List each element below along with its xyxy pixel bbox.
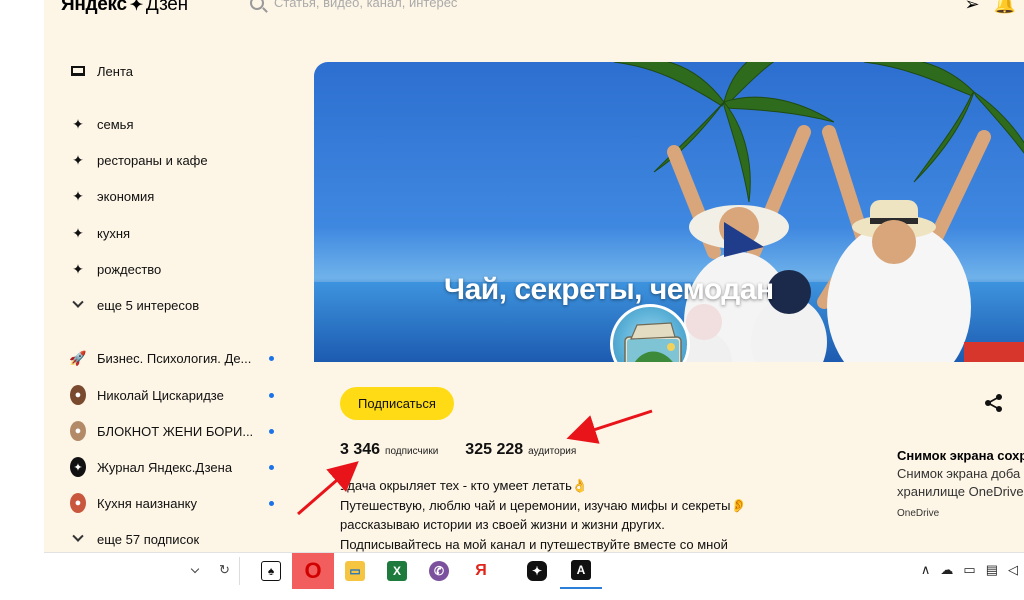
sidebar-item-label: еще 57 подписок — [97, 531, 200, 547]
monitor-icon — [71, 66, 85, 76]
chevron-down-icon[interactable] — [190, 564, 200, 574]
viber-app-icon[interactable]: ✆ — [418, 553, 460, 589]
description-line: Подписывайтесь на мой канал и путешеству… — [340, 536, 728, 552]
windows-taskbar: ↻ ♠ O ▭ X ✆ Я ✦ A ∧ ☁ ▭ ▤ ◁ — [44, 552, 1024, 589]
sidebar-item-label: Бизнес. Психология. Де... — [97, 350, 252, 366]
yandex-zen-logo[interactable]: Яндекс ✦ Дзен — [61, 0, 188, 16]
send-icon[interactable]: ➢ — [964, 0, 979, 15]
sidebar-item-interest[interactable]: ✦ рестораны и кафе — [70, 149, 280, 171]
system-tray: ∧ ☁ ▭ ▤ ◁ — [921, 562, 1018, 578]
channel-banner: Чай, секреты, чемодан — [314, 62, 1024, 362]
battery-icon[interactable]: ▭ — [963, 562, 975, 578]
notification-text: хранилище OneDrive — [897, 484, 1024, 499]
description-line: Удача окрыляет тех - кто умеет летать👌 — [340, 478, 589, 493]
subscribers-count: 3 346 — [340, 441, 381, 458]
solitaire-app-icon[interactable]: ♠ — [250, 553, 292, 589]
file-explorer-icon[interactable]: ▭ — [334, 553, 376, 589]
sidebar-item-label: рождество — [97, 261, 162, 277]
channel-title: Чай, секреты, чемодан — [444, 273, 774, 306]
share-icon[interactable] — [984, 393, 1004, 413]
sidebar-item-interest[interactable]: ✦ экономия — [70, 185, 280, 207]
description-line: Путешествую, люблю чай и церемонии, изуч… — [340, 497, 747, 513]
channel-description: Удача окрыляет тех - кто умеет летать👌 П… — [340, 476, 780, 552]
subscribers-label: подписчики — [385, 446, 439, 457]
network-icon[interactable]: ▤ — [986, 562, 998, 578]
opera-app-icon[interactable]: O — [292, 553, 334, 589]
audience-count: 325 228 — [465, 441, 524, 458]
notification-title: Снимок экрана сохр — [897, 448, 1024, 463]
search-input[interactable] — [274, 0, 534, 10]
refresh-icon[interactable]: ↻ — [219, 562, 230, 578]
sparkle-icon: ✦ — [72, 260, 84, 277]
sidebar-item-label: экономия — [97, 188, 155, 204]
zen-page: Яндекс ✦ Дзен ➢ 🔔 Лента ✦ семья ✦ рестор… — [44, 0, 1024, 552]
sidebar-item-subscription[interactable]: ● Николай Цискаридзе — [70, 384, 280, 406]
sidebar-item-interest[interactable]: ✦ семья — [70, 113, 280, 135]
excel-app-icon[interactable]: X — [376, 553, 418, 589]
sidebar-item-label: еще 5 интересов — [97, 297, 200, 313]
suitcase-icon — [624, 322, 682, 362]
notification-text: Снимок экрана доба — [897, 466, 1021, 481]
notification-source: OneDrive — [897, 508, 940, 519]
avatar: ● — [70, 421, 86, 441]
description-line: рассказываю истории из своей жизни и жиз… — [340, 517, 665, 532]
screenshot-notification[interactable]: Снимок экрана сохр Снимок экрана доба хр… — [897, 447, 1024, 523]
volume-icon[interactable]: ◁ — [1008, 562, 1018, 578]
unread-dot — [269, 464, 274, 470]
search-bar — [250, 0, 534, 10]
zen-app-icon[interactable]: ✦ — [516, 553, 558, 589]
avatar: ● — [70, 385, 86, 405]
yandex-browser-icon[interactable]: Я — [460, 553, 502, 589]
sidebar-item-label: Лента — [97, 63, 133, 79]
unread-dot — [269, 355, 274, 361]
chevron-down-icon — [72, 530, 84, 542]
text-app-icon[interactable]: A — [560, 553, 602, 589]
search-icon[interactable] — [250, 0, 264, 10]
sidebar-item-label: Николай Цискаридзе — [97, 387, 224, 403]
sidebar-item-label: Кухня наизнанку — [97, 495, 197, 511]
audience-label: аудитория — [528, 446, 577, 457]
more-interests-toggle[interactable]: еще 5 интересов — [70, 294, 280, 316]
sidebar-item-label: БЛОКНОТ ЖЕНИ БОРИ... — [97, 423, 254, 439]
sidebar-item-label: рестораны и кафе — [97, 152, 208, 168]
bell-icon[interactable]: 🔔 — [994, 0, 1016, 15]
zen-star-icon: ✦ — [129, 0, 143, 14]
sidebar-item-interest[interactable]: ✦ рождество — [70, 258, 280, 280]
avatar: ● — [70, 493, 86, 513]
rocket-icon: 🚀 — [69, 349, 87, 366]
sparkle-icon: ✦ — [72, 115, 84, 132]
zen-star-icon: ✦ — [70, 457, 86, 477]
chevron-up-icon[interactable]: ∧ — [921, 562, 931, 578]
sparkle-icon: ✦ — [72, 187, 84, 204]
logo-text: Яндекс — [61, 0, 127, 15]
sidebar-item-subscription[interactable]: 🚀 Бизнес. Психология. Де... — [69, 347, 280, 369]
sparkle-icon: ✦ — [72, 224, 84, 241]
unread-dot — [269, 392, 274, 398]
channel-stats: 3 346 подписчики 325 228 аудитория — [340, 441, 576, 459]
taskbar-address-box[interactable]: ↻ — [44, 557, 240, 585]
sidebar-item-subscription[interactable]: ● Кухня наизнанку — [70, 492, 280, 514]
cloud-icon[interactable]: ☁ — [940, 562, 953, 578]
chevron-down-icon — [72, 296, 84, 308]
sparkle-icon: ✦ — [72, 151, 84, 168]
sidebar-item-label: кухня — [97, 225, 131, 241]
more-subscriptions-toggle[interactable]: еще 57 подписок — [70, 528, 280, 550]
sidebar-item-subscription[interactable]: ● БЛОКНОТ ЖЕНИ БОРИ... — [70, 420, 280, 442]
header-icons: ➢ 🔔 — [964, 0, 1016, 15]
unread-dot — [269, 500, 274, 506]
sidebar-item-feed[interactable]: Лента — [70, 60, 280, 82]
sidebar-item-interest[interactable]: ✦ кухня — [70, 222, 280, 244]
sidebar-item-label: семья — [97, 116, 134, 132]
sidebar-item-subscription[interactable]: ✦ Журнал Яндекс.Дзена — [70, 456, 280, 478]
unread-dot — [269, 428, 274, 434]
sidebar-item-label: Журнал Яндекс.Дзена — [97, 459, 233, 475]
subscribe-button[interactable]: Подписаться — [340, 387, 454, 420]
logo-suffix: Дзен — [145, 0, 188, 15]
